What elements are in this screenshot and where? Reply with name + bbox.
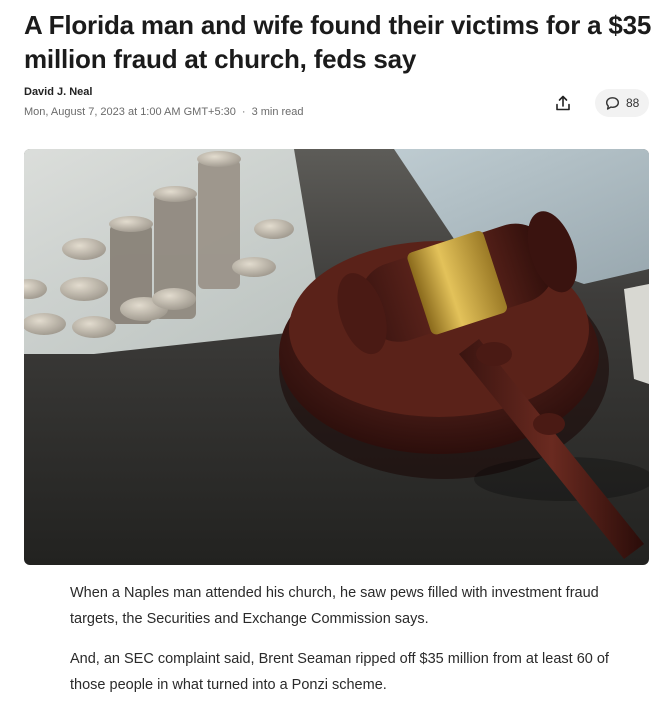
share-button[interactable] xyxy=(548,90,578,116)
publish-date: Mon, August 7, 2023 at 1:00 AM GMT+5:30 xyxy=(24,106,236,118)
article-paragraph: And, an SEC complaint said, Brent Seaman… xyxy=(70,651,609,693)
share-icon xyxy=(556,95,570,111)
comments-button[interactable]: 88 xyxy=(595,89,650,117)
read-time: 3 min read xyxy=(251,106,304,118)
comment-bubble-icon xyxy=(606,96,619,110)
comment-count: 88 xyxy=(626,96,640,110)
article-paragraph: When a Naples man attended his church, h… xyxy=(70,585,599,627)
article-meta: Mon, August 7, 2023 at 1:00 AM GMT+5:30 ·… xyxy=(24,106,304,118)
article-title: A Florida man and wife found their victi… xyxy=(24,10,652,74)
author-name[interactable]: David J. Neal xyxy=(24,86,92,98)
meta-separator: · xyxy=(241,106,246,118)
hero-image xyxy=(24,149,649,565)
